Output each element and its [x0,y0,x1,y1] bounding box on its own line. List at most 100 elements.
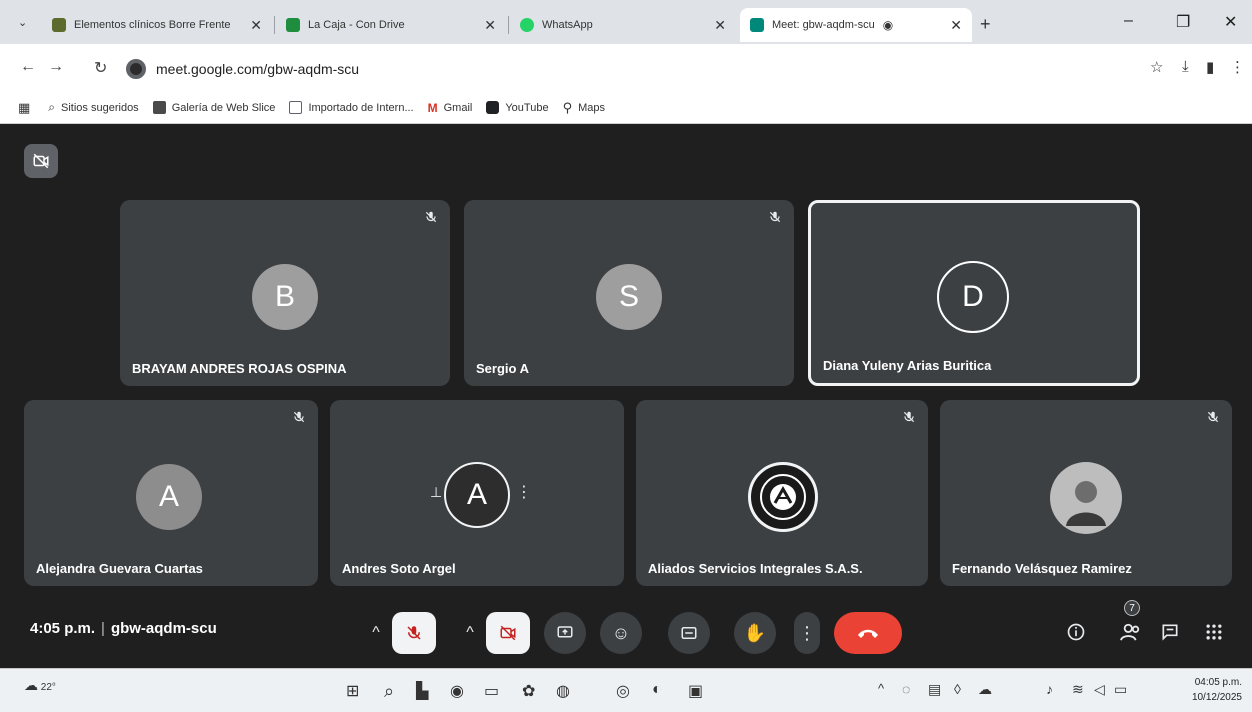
search-icon: ⌕ [48,100,56,114]
leave-call-button[interactable] [834,612,902,654]
app-icon[interactable]: ◐ [652,681,662,699]
meet-favicon-icon [750,18,764,32]
person-photo-icon [1066,481,1106,526]
close-tab-icon[interactable]: ✕ [250,17,262,34]
tray-icon[interactable]: ◊ [954,681,961,697]
close-tab-icon[interactable]: ✕ [484,17,496,34]
app-icon[interactable]: ✿ [522,681,535,701]
app-icon[interactable]: ◎ [616,681,630,701]
extension-icon[interactable]: ▮ [1206,58,1214,76]
participant-tile[interactable]: A Alejandra Guevara Cuartas [24,400,318,586]
address-bar[interactable]: meet.google.com/gbw-aqdm-scu [126,54,1086,84]
download-icon[interactable]: ⤓ [1182,58,1189,75]
file-explorer-icon[interactable]: ▭ [484,681,499,701]
restore-icon[interactable]: ❐ [1176,12,1190,32]
task-view-icon[interactable]: ▙ [416,681,428,701]
gmail-icon: M [427,100,438,115]
meeting-details-icon[interactable] [1066,622,1086,647]
bookmark-label: Sitios sugeridos [61,101,139,114]
participant-name: Diana Yuleny Arias Buritica [823,358,992,373]
weather-widget[interactable]: ☁ 22° [24,677,56,694]
participant-tile[interactable]: Aliados Servicios Integrales S.A.S. [636,400,928,586]
meet-stage: B BRAYAM ANDRES ROJAS OSPINA S Sergio A … [0,124,1252,668]
edge-icon[interactable]: ◍ [556,681,570,701]
youtube-icon [486,101,500,114]
present-screen-button[interactable] [544,612,586,654]
site-info-icon[interactable] [126,59,146,79]
clock-date: 10/12/2025 [1191,692,1242,703]
participant-name: Aliados Servicios Integrales S.A.S. [648,561,863,576]
menu-kebab-icon[interactable]: ⋮ [1230,58,1245,76]
close-tab-icon[interactable]: ✕ [950,17,962,34]
camera-off-badge-icon[interactable] [24,144,58,178]
activities-grid-icon[interactable] [1204,622,1224,647]
tab-search-chevron-icon[interactable]: ⌄ [18,16,27,29]
participant-tile[interactable]: Fernando Velásquez Ramirez [940,400,1232,586]
tray-icon[interactable]: ◌ [902,681,910,697]
bookmark-sitios-sugeridos[interactable]: ⌕ Sitios sugeridos [48,100,138,115]
os-taskbar: ☁ 22° ⊞ ⌕ ▙ ◉ ▭ ✿ ◍ ◎ ◐ ▣ ^ ◌ ▤ ◊ ☁ ♪ ≋ … [0,668,1252,712]
audio-options-chevron-icon[interactable]: ^ [366,612,386,654]
tab-0[interactable]: Elementos clínicos Borre Frente ✕ [42,8,272,42]
tab-favicon-icon [286,18,300,32]
camera-toggle-button[interactable] [486,612,530,654]
avatar-initial: S [618,280,639,313]
microphone-tray-icon[interactable]: ♪ [1046,681,1053,697]
tile-more-options-icon[interactable]: ⋮ [516,482,532,502]
present-icon [557,626,573,638]
video-options-chevron-icon[interactable]: ^ [460,612,480,654]
profile-photo [1050,462,1122,534]
mic-off-icon [768,210,782,229]
participant-tile[interactable]: ⊥ A ⋮ Andres Soto Argel [330,400,624,586]
participant-name: Alejandra Guevara Cuartas [36,561,203,576]
start-windows-icon[interactable]: ⊞ [346,681,359,701]
participant-name: Fernando Velásquez Ramirez [952,561,1132,576]
bookmark-galeria-web-slice[interactable]: Galería de Web Slice [152,101,275,114]
apps-grid-icon[interactable]: ▦ [18,100,30,116]
reload-icon[interactable]: ↻ [94,58,107,78]
address-url: meet.google.com/gbw-aqdm-scu [156,61,360,77]
minimize-icon[interactable]: – [1124,12,1133,30]
more-options-button[interactable]: ⋮ [794,612,820,654]
pin-icon[interactable]: ⊥ [430,484,442,501]
chrome-icon[interactable]: ◉ [450,681,464,701]
wifi-icon[interactable]: ≋ [1072,681,1084,698]
mic-toggle-button[interactable] [392,612,436,654]
bookmark-maps[interactable]: ⚲ Maps [563,100,605,116]
tab-title: Meet: gbw-aqdm-scu [772,19,875,31]
volume-icon[interactable]: ◁ [1094,681,1105,698]
company-logo-icon [760,474,806,520]
tab-1[interactable]: La Caja - Con Drive ✕ [276,8,506,42]
taskbar-search-icon[interactable]: ⌕ [384,681,394,702]
tray-icon[interactable]: ▤ [928,681,941,698]
reactions-button[interactable]: ☺ [600,612,642,654]
close-tab-icon[interactable]: ✕ [714,17,726,34]
mic-off-icon [1206,410,1220,429]
bookmark-star-icon[interactable]: ☆ [1150,58,1163,76]
slice-icon [152,101,166,114]
system-clock[interactable]: 04:05 p.m. 10/12/2025 [1192,675,1242,705]
meeting-time: 4:05 p.m. [30,620,96,637]
tab-3[interactable]: Meet: gbw-aqdm-scu ◉ ✕ [740,8,972,42]
tab-2[interactable]: WhatsApp ✕ [510,8,736,42]
battery-icon[interactable]: ▭ [1114,681,1127,698]
participant-tile[interactable]: S Sergio A [464,200,794,386]
show-hidden-icons-icon[interactable]: ^ [878,681,884,696]
close-window-icon[interactable]: ✕ [1224,12,1237,32]
people-icon[interactable] [1120,622,1142,647]
bookmark-youtube[interactable]: YouTube [486,101,549,114]
bookmark-importado[interactable]: Importado de Intern... [289,101,414,114]
mic-off-icon [902,410,916,429]
chat-icon[interactable] [1160,622,1180,647]
app-icon[interactable]: ▣ [688,681,703,701]
tray-icon[interactable]: ☁ [978,681,992,698]
back-icon[interactable]: ← [20,58,36,76]
new-tab-icon[interactable]: + [980,14,991,35]
raise-hand-button[interactable]: ✋ [734,612,776,654]
forward-icon[interactable]: → [48,58,64,76]
participant-tile-active-speaker[interactable]: D Diana Yuleny Arias Buritica [808,200,1140,386]
meet-control-bar: 4:05 p.m. | gbw-aqdm-scu ^ ^ ☺ ✋ ⋮ 7 [0,600,1252,668]
captions-button[interactable] [668,612,710,654]
bookmark-gmail[interactable]: M Gmail [428,101,473,115]
participant-tile[interactable]: B BRAYAM ANDRES ROJAS OSPINA [120,200,450,386]
